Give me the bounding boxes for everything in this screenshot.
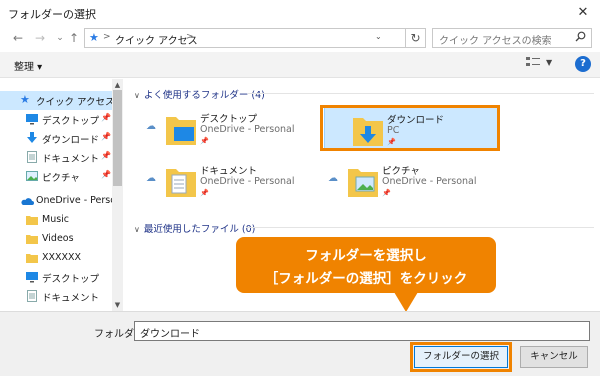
folder-tile-desktop[interactable]: ☁ デスクトップ OneDrive - Personal 📌: [138, 107, 314, 151]
desktop-icon: [26, 271, 38, 283]
picture-folder-icon: [348, 165, 378, 200]
sidebar-scroll-thumb[interactable]: [113, 90, 122, 186]
group-header-frequent[interactable]: ∨ よく使用するフォルダー (4): [134, 87, 265, 101]
sidebar-item-onedrive[interactable]: OneDrive - Person: [0, 192, 112, 211]
breadcrumb-separator[interactable]: >: [186, 32, 194, 42]
folder-location: OneDrive - Personal: [200, 176, 295, 187]
sidebar-item-label: ダウンロード: [42, 135, 100, 146]
document-icon: [26, 151, 38, 163]
sidebar-item-videos[interactable]: Videos: [0, 230, 112, 249]
sidebar-item-quick-access[interactable]: ★ クイック アクセス: [0, 91, 115, 110]
folder-location: OneDrive - Personal: [382, 176, 477, 187]
group-header-label: よく使用するフォルダー (4): [143, 90, 265, 101]
picture-icon: [26, 170, 38, 182]
sidebar-item-label: ドキュメント: [42, 154, 100, 165]
title-bar: フォルダーの選択 ✕: [0, 0, 600, 26]
sidebar-item-documents-onedrive[interactable]: ドキュメント: [0, 287, 112, 306]
callout-line-2: ［フォルダーの選択］をクリック: [264, 271, 468, 287]
desktop-icon: [26, 113, 38, 125]
sidebar-item-desktop-onedrive[interactable]: デスクトップ: [0, 268, 112, 287]
view-options-icon[interactable]: [526, 56, 540, 71]
star-icon: ★: [20, 93, 30, 106]
folder-name: ドキュメント: [200, 166, 258, 177]
group-header-recent[interactable]: ∨ 最近使用したファイル (0): [134, 221, 255, 235]
pin-icon: 📌: [101, 113, 111, 122]
chevron-down-icon: ∨: [134, 225, 140, 234]
navigation-pane: ★ クイック アクセス デスクトップ 📌 ダウンロード 📌 ドキュメント 📌 ピ…: [0, 79, 124, 311]
back-arrow-icon[interactable]: ←: [10, 30, 26, 46]
sidebar-item-label: デスクトップ: [42, 116, 100, 127]
sidebar-item-pictures[interactable]: ピクチャ 📌: [0, 167, 112, 186]
folder-name-field[interactable]: ダウンロード: [134, 321, 590, 341]
cancel-button[interactable]: キャンセル: [520, 346, 588, 368]
annotation-highlight-button: [410, 342, 512, 372]
sidebar-item-label: XXXXXX: [42, 252, 82, 263]
sidebar-item-label: Music: [42, 214, 70, 225]
pin-icon: 📌: [101, 151, 111, 160]
document-icon: [26, 290, 38, 302]
onedrive-icon: [20, 196, 34, 208]
folder-icon: [26, 214, 38, 226]
cloud-icon: ☁: [146, 173, 156, 184]
annotation-highlight-folder: [320, 105, 500, 151]
divider: [248, 93, 594, 94]
pin-icon: 📌: [200, 189, 209, 197]
address-bar[interactable]: ★ > クイック アクセス > ⌄: [84, 28, 406, 48]
close-button[interactable]: ✕: [572, 3, 594, 23]
search-placeholder: クイック アクセスの検索: [439, 36, 552, 47]
folder-icon: [26, 252, 38, 264]
pin-icon: 📌: [101, 170, 111, 179]
scroll-down-icon[interactable]: ▼: [112, 300, 123, 310]
cloud-icon: ☁: [146, 121, 156, 132]
star-icon: ★: [89, 31, 99, 44]
download-icon: [26, 132, 38, 144]
pin-icon: 📌: [382, 189, 391, 197]
desktop-folder-icon: [166, 113, 196, 148]
sidebar-item-label: クイック アクセス: [36, 97, 115, 108]
sidebar-item-label: OneDrive - Person: [36, 195, 112, 206]
folder-name: ピクチャ: [382, 166, 420, 177]
folder-tile-documents[interactable]: ☁ ドキュメント OneDrive - Personal 📌: [138, 159, 314, 203]
pin-icon: 📌: [200, 137, 209, 145]
chevron-down-icon[interactable]: ▼: [546, 58, 552, 67]
search-icon: [575, 31, 586, 45]
chevron-down-icon: ∨: [134, 91, 140, 100]
sidebar-item-label: Videos: [42, 233, 74, 244]
sidebar-item-downloads[interactable]: ダウンロード 📌: [0, 129, 112, 148]
folder-location: OneDrive - Personal: [200, 124, 295, 135]
sidebar-item-desktop[interactable]: デスクトップ 📌: [0, 110, 112, 129]
callout-pointer: [394, 292, 418, 312]
folder-icon: [26, 233, 38, 245]
group-header-label: 最近使用したファイル (0): [143, 224, 256, 235]
scroll-up-icon[interactable]: ▲: [112, 80, 123, 90]
command-bar: 整理 ▾ ▼ ?: [0, 52, 600, 78]
instruction-callout: フォルダーを選択し ［フォルダーの選択］をクリック: [236, 237, 496, 293]
document-folder-icon: [166, 165, 196, 200]
folder-name: デスクトップ: [200, 114, 258, 125]
sidebar-item-xxxxxx[interactable]: XXXXXX: [0, 249, 112, 268]
divider: [246, 227, 594, 228]
folder-tile-pictures[interactable]: ☁ ピクチャ OneDrive - Personal 📌: [320, 159, 496, 203]
sidebar-item-label: ピクチャ: [42, 173, 80, 184]
sidebar-item-documents[interactable]: ドキュメント 📌: [0, 148, 112, 167]
pin-icon: 📌: [101, 132, 111, 141]
callout-line-1: フォルダーを選択し: [305, 248, 427, 264]
refresh-icon[interactable]: ↻: [406, 28, 426, 48]
forward-arrow-icon[interactable]: →: [32, 30, 48, 46]
sidebar-item-label: ドキュメント: [42, 293, 100, 304]
window-title: フォルダーの選択: [8, 8, 96, 21]
sidebar-item-music[interactable]: Music: [0, 211, 112, 230]
up-arrow-icon[interactable]: ↑: [66, 30, 82, 46]
help-icon[interactable]: ?: [575, 56, 591, 72]
chevron-down-icon[interactable]: ⌄: [375, 32, 382, 41]
sidebar-item-label: デスクトップ: [42, 274, 100, 285]
organize-menu[interactable]: 整理 ▾: [14, 58, 42, 73]
breadcrumb-separator[interactable]: >: [103, 32, 111, 42]
search-input[interactable]: クイック アクセスの検索: [432, 28, 592, 48]
cloud-icon: ☁: [328, 173, 338, 184]
